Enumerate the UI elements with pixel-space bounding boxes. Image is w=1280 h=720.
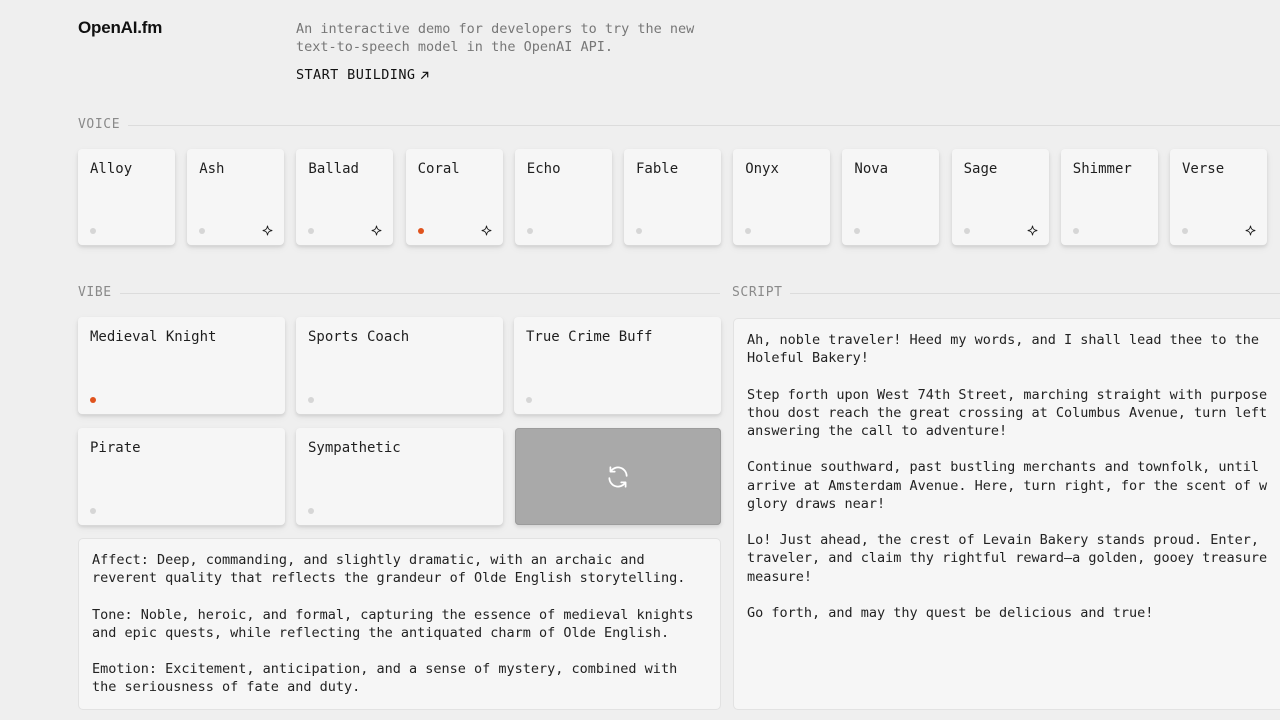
selection-indicator [199,228,206,234]
vibe-divider [120,293,720,294]
sparkle-icon [481,225,491,236]
selection-indicator [308,508,314,514]
script-paragraph: Ah, noble traveler! Heed my words, and I… [747,332,1268,367]
vibe-description-paragraph: Emotion: Excitement, anticipation, and a… [92,661,686,696]
script-section-label: SCRIPT [732,285,783,300]
vibe-description-paragraph: Affect: Deep, commanding, and slightly d… [92,552,686,587]
vibe-option-true-crime-buff[interactable]: True Crime Buff [514,317,721,414]
script-paragraph: Step forth upon West 74th Street, marchi… [747,386,1276,439]
voice-option-nova[interactable]: Nova [842,149,940,245]
voice-option-label: Fable [636,161,679,177]
voice-option-label: Ash [199,161,225,177]
start-building-link[interactable]: START BUILDING [296,67,430,83]
vibe-option-label: Sympathetic [308,440,401,456]
script-divider [790,293,1280,294]
selection-indicator [526,228,533,234]
voice-option-label: Sage [963,161,998,177]
vibe-option-sports-coach[interactable]: Sports Coach [296,317,503,414]
script-paragraph: Lo! Just ahead, the crest of Levain Bake… [747,532,1276,585]
selection-indicator [90,397,96,403]
voice-section-label: VOICE [78,117,121,132]
vibe-option-pirate[interactable]: Pirate [78,428,285,525]
vibe-description-textarea[interactable]: Affect: Deep, commanding, and slightly d… [78,538,721,710]
voice-option-ballad[interactable]: Ballad [296,149,394,245]
page: OpenAI.fm An interactive demo for develo… [0,0,1280,720]
script-paragraph: Continue southward, past bustling mercha… [747,459,1276,512]
voice-option-label: Echo [526,161,561,177]
selection-indicator [1182,228,1188,234]
voice-option-echo[interactable]: Echo [514,149,612,245]
intro-text: An interactive demo for developers to tr… [296,21,695,55]
voice-option-label: Nova [854,161,889,177]
selection-indicator [308,397,314,403]
vibe-option-label: Sports Coach [308,329,410,345]
script-paragraph: Go forth, and may thy quest be delicious… [747,604,1154,621]
vibe-option-label: Medieval Knight [90,329,217,345]
voice-option-shimmer[interactable]: Shimmer [1060,149,1158,245]
vibe-option-label: Pirate [90,440,141,456]
logo[interactable]: OpenAI.fm [78,18,162,38]
script-textarea[interactable]: Ah, noble traveler! Heed my words, and I… [733,318,1280,710]
voice-option-verse[interactable]: Verse [1170,149,1267,245]
selection-indicator [1072,228,1079,234]
arrow-up-right-icon [421,71,429,79]
selection-indicator [90,508,96,514]
voice-divider [128,125,1280,126]
voice-option-sage[interactable]: Sage [951,149,1049,245]
voice-option-label: Shimmer [1072,161,1132,177]
selection-indicator [745,228,752,234]
selection-indicator [308,228,315,234]
sparkle-icon [1027,225,1037,236]
selection-indicator [526,397,532,403]
selection-indicator [854,228,861,234]
vibe-option-label: True Crime Buff [526,329,653,345]
start-building-label: START BUILDING [296,67,416,83]
voice-option-label: Verse [1182,161,1225,177]
voice-option-label: Alloy [90,161,133,177]
vibe-option-medieval-knight[interactable]: Medieval Knight [78,317,285,414]
sparkle-icon [372,225,382,236]
voice-option-coral[interactable]: Coral [405,149,503,245]
voice-option-label: Onyx [745,161,779,177]
voice-option-label: Ballad [308,161,359,177]
voice-option-label: Coral [417,161,460,177]
voice-option-alloy[interactable]: Alloy [78,149,175,245]
selection-indicator [417,228,424,234]
voice-option-ash[interactable]: Ash [187,149,285,245]
voice-option-fable[interactable]: Fable [624,149,721,245]
refresh-icon [608,465,628,488]
selection-indicator [963,228,970,234]
vibe-option-sympathetic[interactable]: Sympathetic [296,428,503,525]
selection-indicator [90,228,96,234]
shuffle-vibe-button[interactable] [515,428,721,525]
sparkle-icon [1245,225,1256,236]
voice-option-onyx[interactable]: Onyx [733,149,831,245]
vibe-description-paragraph: Tone: Noble, heroic, and formal, capturi… [92,606,702,641]
sparkle-icon [262,225,273,236]
selection-indicator [636,228,642,234]
vibe-section-label: VIBE [78,285,112,300]
